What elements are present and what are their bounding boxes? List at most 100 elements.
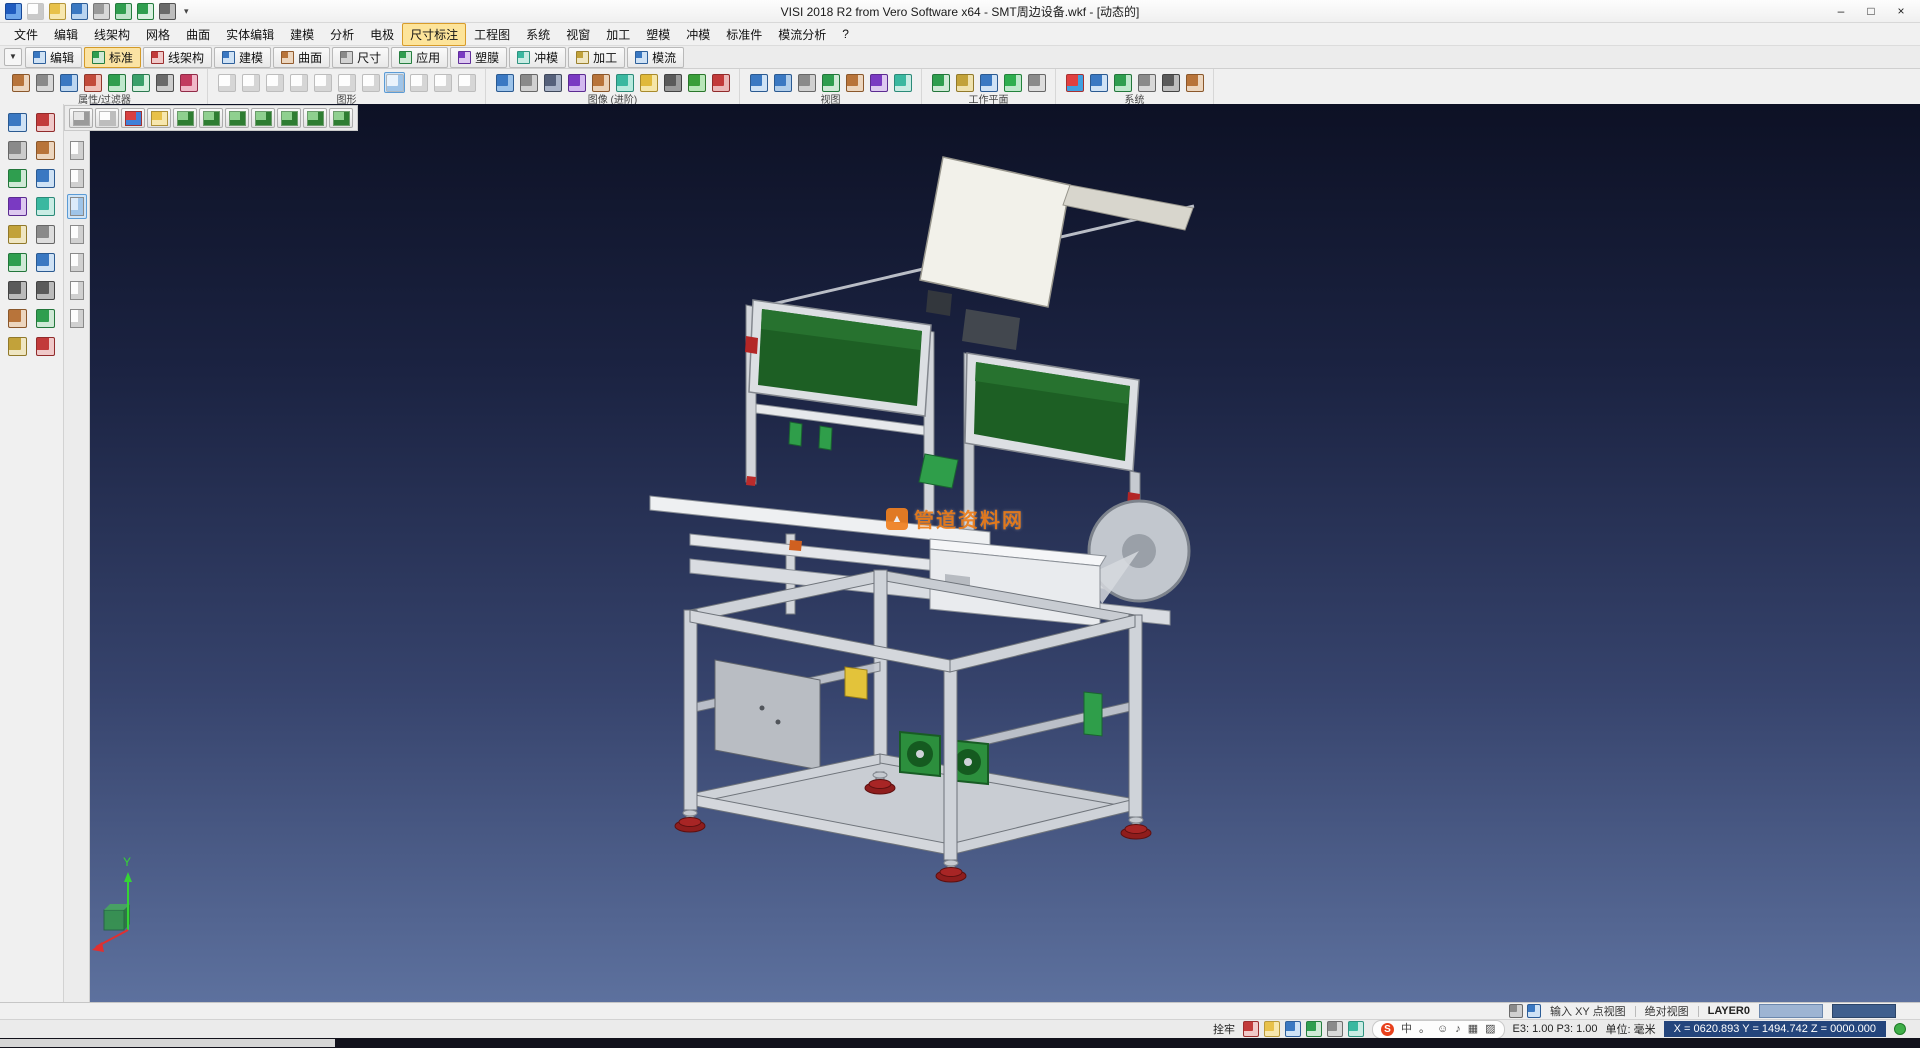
os-taskbar[interactable]: [0, 1038, 1920, 1048]
ime-keyboard-icon[interactable]: ▦: [1468, 1023, 1478, 1036]
sidebar-tool-button[interactable]: [33, 110, 58, 135]
view-orientation-button[interactable]: [251, 108, 275, 128]
current-layer-label[interactable]: LAYER0: [1708, 1005, 1750, 1017]
toolbar-tab[interactable]: 塑膜: [450, 47, 507, 68]
sidebar-tool-button[interactable]: [33, 250, 58, 275]
quick-access-button[interactable]: [92, 2, 111, 21]
toolbar-tab[interactable]: 编辑: [25, 47, 82, 68]
menu-item[interactable]: 工程图: [466, 23, 518, 46]
sidebar-tool-button[interactable]: [5, 278, 30, 303]
toolbar-button[interactable]: [978, 72, 999, 93]
ortho-toggle-icon[interactable]: [1306, 1021, 1322, 1037]
quick-access-button[interactable]: [136, 2, 155, 21]
toolbar-tab[interactable]: 模流: [627, 47, 684, 68]
toolbar-button[interactable]: [456, 72, 477, 93]
menu-item[interactable]: 实体编辑: [218, 23, 282, 46]
view-filter-button-6[interactable]: [67, 278, 87, 303]
toolbar-button[interactable]: [58, 72, 79, 93]
toolbar-tab[interactable]: 线架构: [143, 47, 212, 68]
toolbar-button[interactable]: [360, 72, 381, 93]
toolbar-button[interactable]: [748, 72, 769, 93]
toolbar-button[interactable]: [820, 72, 841, 93]
toolbar-button[interactable]: [178, 72, 199, 93]
view-filter-button-3[interactable]: [67, 194, 87, 219]
toolbar-button[interactable]: [1002, 72, 1023, 93]
toolbar-button[interactable]: [1064, 72, 1085, 93]
menu-item[interactable]: 塑模: [638, 23, 678, 46]
minimize-button[interactable]: –: [1826, 1, 1856, 21]
menu-item[interactable]: 文件: [6, 23, 46, 46]
toolbar-button[interactable]: [954, 72, 975, 93]
view-orientation-button[interactable]: [147, 108, 171, 128]
sidebar-tool-button[interactable]: [5, 250, 30, 275]
snap-lock-label[interactable]: 拴牢: [1213, 1021, 1235, 1037]
view-orientation-button[interactable]: [329, 108, 353, 128]
view-orientation-button[interactable]: [95, 108, 119, 128]
toolbar-button[interactable]: [518, 72, 539, 93]
menu-item[interactable]: 系统: [518, 23, 558, 46]
sidebar-tool-button[interactable]: [5, 222, 30, 247]
sidebar-tool-button[interactable]: [33, 278, 58, 303]
target-icon[interactable]: [1509, 1004, 1523, 1018]
menu-item[interactable]: 曲面: [178, 23, 218, 46]
sidebar-tool-button[interactable]: [33, 166, 58, 191]
sidebar-tool-button[interactable]: [33, 306, 58, 331]
ime-emoji-icon[interactable]: ☺: [1437, 1023, 1448, 1036]
toolbar-button[interactable]: [686, 72, 707, 93]
view-filter-button-5[interactable]: [67, 250, 87, 275]
quick-access-caret-icon[interactable]: ▾: [180, 6, 193, 17]
toolbar-button[interactable]: [336, 72, 357, 93]
toolbar-button[interactable]: [494, 72, 515, 93]
zoom-status-icon[interactable]: [1527, 1004, 1541, 1018]
taskbar-app-segment[interactable]: [0, 1039, 335, 1047]
toolbar-tab[interactable]: 应用: [391, 47, 448, 68]
toolbar-button[interactable]: [1112, 72, 1133, 93]
toolbar-button[interactable]: [130, 72, 151, 93]
sidebar-tool-button[interactable]: [33, 138, 58, 163]
toolbar-tab[interactable]: 加工: [568, 47, 625, 68]
sidebar-tool-button[interactable]: [33, 222, 58, 247]
toolbar-tab[interactable]: 标准: [84, 47, 141, 68]
sidebar-tool-button[interactable]: [5, 334, 30, 359]
toolbar-button[interactable]: [614, 72, 635, 93]
toolbar-button[interactable]: [264, 72, 285, 93]
menu-item[interactable]: 标准件: [718, 23, 770, 46]
sidebar-tool-button[interactable]: [5, 110, 30, 135]
view-orientation-button[interactable]: [303, 108, 327, 128]
toolbar-tab[interactable]: 冲模: [509, 47, 566, 68]
tab-overflow-button[interactable]: ▼: [4, 48, 22, 66]
toolbar-button[interactable]: [710, 72, 731, 93]
view-filter-button-7[interactable]: [67, 306, 87, 331]
grid-toggle-icon[interactable]: [1264, 1021, 1280, 1037]
toolbar-button[interactable]: [930, 72, 951, 93]
toolbar-button[interactable]: [432, 72, 453, 93]
menu-item[interactable]: 冲模: [678, 23, 718, 46]
menu-item[interactable]: 建模: [282, 23, 322, 46]
menu-item[interactable]: 线架构: [86, 23, 138, 46]
toolbar-button[interactable]: [796, 72, 817, 93]
view-orientation-button[interactable]: [69, 108, 93, 128]
quick-access-button[interactable]: [4, 2, 23, 21]
toolbar-button[interactable]: [772, 72, 793, 93]
ucs-toggle-icon[interactable]: [1348, 1021, 1364, 1037]
toolbar-button[interactable]: [106, 72, 127, 93]
ime-lang-icon[interactable]: 中: [1401, 1023, 1412, 1036]
toolbar-button[interactable]: [638, 72, 659, 93]
menu-item[interactable]: 尺寸标注: [402, 23, 466, 46]
view-orientation-button[interactable]: [225, 108, 249, 128]
quick-access-button[interactable]: [48, 2, 67, 21]
toolbar-button[interactable]: [1136, 72, 1157, 93]
osnap-toggle-icon[interactable]: [1285, 1021, 1301, 1037]
toolbar-tab[interactable]: 曲面: [273, 47, 330, 68]
toolbar-button[interactable]: [240, 72, 261, 93]
toolbar-button[interactable]: [590, 72, 611, 93]
view-filter-button-2[interactable]: [67, 166, 87, 191]
quick-access-button[interactable]: [26, 2, 45, 21]
toolbar-button[interactable]: [34, 72, 55, 93]
ime-punct-icon[interactable]: 。: [1419, 1023, 1430, 1036]
menu-item[interactable]: 加工: [598, 23, 638, 46]
quick-access-button[interactable]: [114, 2, 133, 21]
toolbar-button[interactable]: [1088, 72, 1109, 93]
quick-access-button[interactable]: [70, 2, 89, 21]
sidebar-tool-button[interactable]: [5, 194, 30, 219]
